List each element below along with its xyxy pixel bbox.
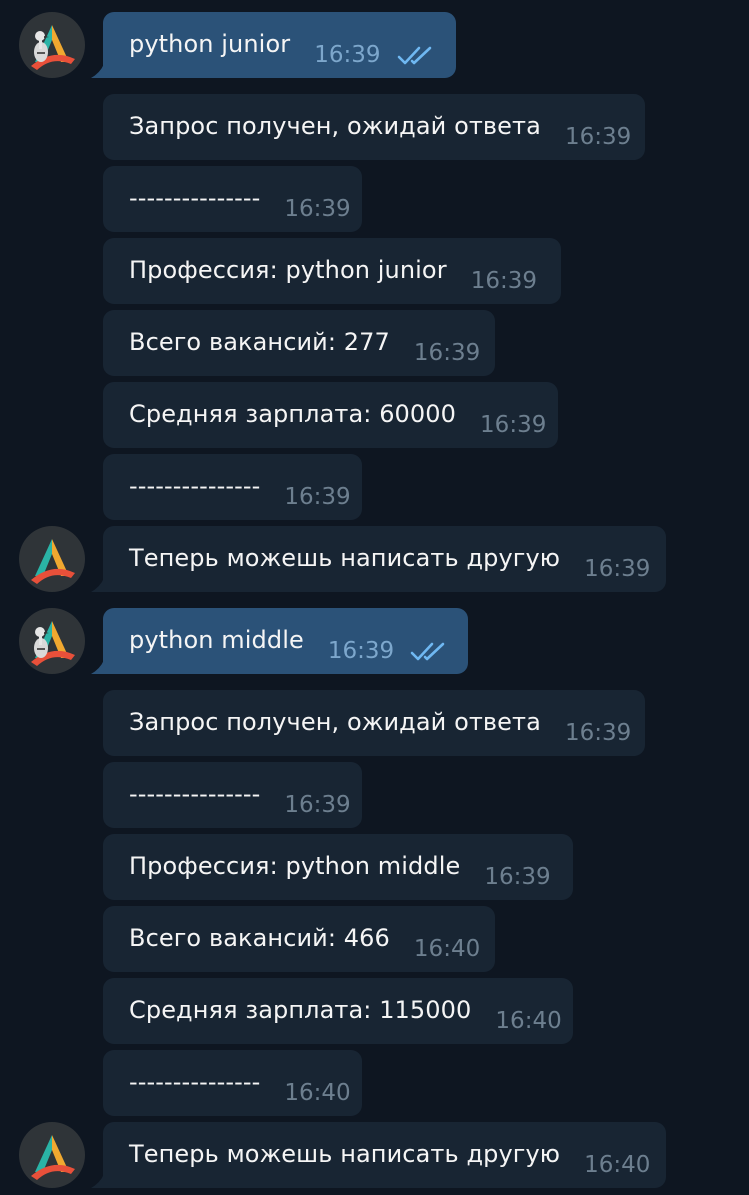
message-time: 16:39 bbox=[284, 196, 351, 222]
bot-avatar[interactable] bbox=[19, 1122, 85, 1188]
message-time: 16:40 bbox=[284, 1080, 351, 1106]
incoming-message[interactable]: Всего вакансий: 277 16:39 bbox=[103, 310, 495, 376]
message-time: 16:39 bbox=[327, 638, 395, 664]
incoming-message[interactable]: Профессия: python junior 16:39 bbox=[103, 238, 561, 304]
bot-avatar-image bbox=[31, 539, 75, 584]
bot-avatar[interactable] bbox=[19, 526, 85, 592]
read-double-check-icon bbox=[410, 642, 445, 661]
outgoing-message[interactable]: python junior 16:39 bbox=[91, 12, 456, 78]
message-time: 16:39 bbox=[484, 864, 551, 890]
user-avatar-image bbox=[31, 621, 75, 666]
message-text: python junior bbox=[129, 30, 291, 58]
incoming-message[interactable]: Запрос получен, ожидай ответа 16:39 bbox=[103, 94, 645, 160]
bubble-tail bbox=[91, 578, 104, 592]
message-text: Средняя зарплата: 60000 bbox=[129, 400, 457, 428]
message-time: 16:39 bbox=[314, 42, 381, 68]
message-text: Всего вакансий: 277 bbox=[129, 328, 390, 356]
message-time: 16:39 bbox=[480, 412, 547, 438]
user-avatar-image bbox=[31, 25, 75, 70]
message-time: 16:39 bbox=[584, 556, 651, 582]
message-text: Профессия: python middle bbox=[129, 852, 461, 880]
bubble-tail bbox=[91, 64, 104, 78]
incoming-message[interactable]: --------------- 16:39 bbox=[103, 762, 362, 828]
bubble-tail bbox=[91, 1174, 104, 1188]
message-text: python middle bbox=[129, 626, 304, 654]
message-time: 16:40 bbox=[495, 1008, 562, 1034]
message-text: --------------- bbox=[129, 1068, 261, 1096]
incoming-message[interactable]: Профессия: python middle 16:39 bbox=[103, 834, 573, 900]
incoming-message[interactable]: Средняя зарплата: 60000 16:39 bbox=[103, 382, 558, 448]
chat-history[interactable]: python junior 16:39 Запрос получен, ожид… bbox=[0, 0, 749, 1195]
message-time: 16:39 bbox=[470, 268, 537, 294]
message-text: Средняя зарплата: 115000 bbox=[129, 996, 472, 1024]
user-avatar[interactable] bbox=[19, 12, 85, 78]
message-text: Запрос получен, ожидай ответа bbox=[129, 112, 541, 140]
message-time: 16:40 bbox=[584, 1152, 651, 1178]
message-text: Теперь можешь написать другую bbox=[129, 1140, 561, 1168]
message-text: Теперь можешь написать другую bbox=[129, 544, 561, 572]
message-text: Запрос получен, ожидай ответа bbox=[129, 708, 541, 736]
outgoing-message[interactable]: python middle 16:39 bbox=[91, 608, 468, 674]
incoming-message[interactable]: Всего вакансий: 466 16:40 bbox=[103, 906, 495, 972]
message-time: 16:39 bbox=[284, 484, 351, 510]
message-time: 16:39 bbox=[564, 124, 632, 150]
message-time: 16:39 bbox=[284, 792, 351, 818]
message-text: --------------- bbox=[129, 472, 261, 500]
message-text: Всего вакансий: 466 bbox=[129, 924, 390, 952]
message-text: Профессия: python junior bbox=[129, 256, 447, 284]
incoming-message[interactable]: Запрос получен, ожидай ответа 16:39 bbox=[103, 690, 645, 756]
incoming-message[interactable]: Теперь можешь написать другую 16:40 bbox=[91, 1122, 666, 1188]
incoming-message[interactable]: --------------- 16:39 bbox=[103, 166, 362, 232]
bot-avatar-image bbox=[31, 1135, 75, 1180]
message-time: 16:40 bbox=[413, 936, 481, 962]
bubble-tail bbox=[91, 660, 104, 674]
incoming-message[interactable]: Средняя зарплата: 115000 16:40 bbox=[103, 978, 573, 1044]
incoming-message[interactable]: --------------- 16:39 bbox=[103, 454, 362, 520]
incoming-message[interactable]: --------------- 16:40 bbox=[103, 1050, 362, 1116]
message-time: 16:39 bbox=[413, 340, 481, 366]
incoming-message[interactable]: Теперь можешь написать другую 16:39 bbox=[91, 526, 666, 592]
message-time: 16:39 bbox=[564, 720, 632, 746]
message-text: --------------- bbox=[129, 780, 261, 808]
user-avatar[interactable] bbox=[19, 608, 85, 674]
message-text: --------------- bbox=[129, 184, 261, 212]
read-double-check-icon bbox=[397, 46, 431, 65]
